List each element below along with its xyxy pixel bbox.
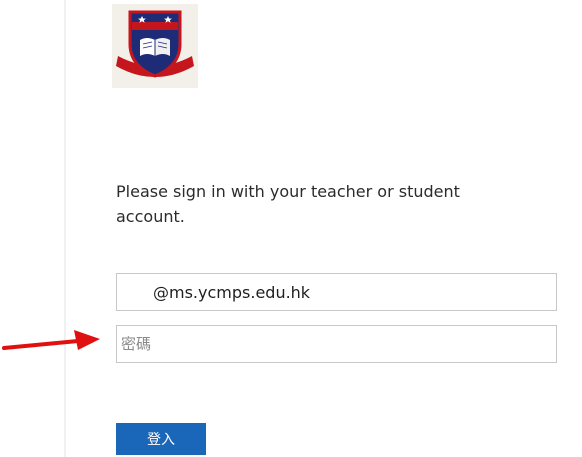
school-crest-icon <box>116 10 194 78</box>
sign-in-prompt: Please sign in with your teacher or stud… <box>116 182 460 226</box>
password-field[interactable] <box>116 325 557 363</box>
email-field[interactable] <box>116 273 557 311</box>
page-divider <box>64 0 66 457</box>
sign-in-page: Please sign in with your teacher or stud… <box>0 0 582 457</box>
sign-in-button[interactable]: 登入 <box>116 423 206 455</box>
red-arrow-icon <box>2 330 100 350</box>
school-logo <box>112 4 198 88</box>
